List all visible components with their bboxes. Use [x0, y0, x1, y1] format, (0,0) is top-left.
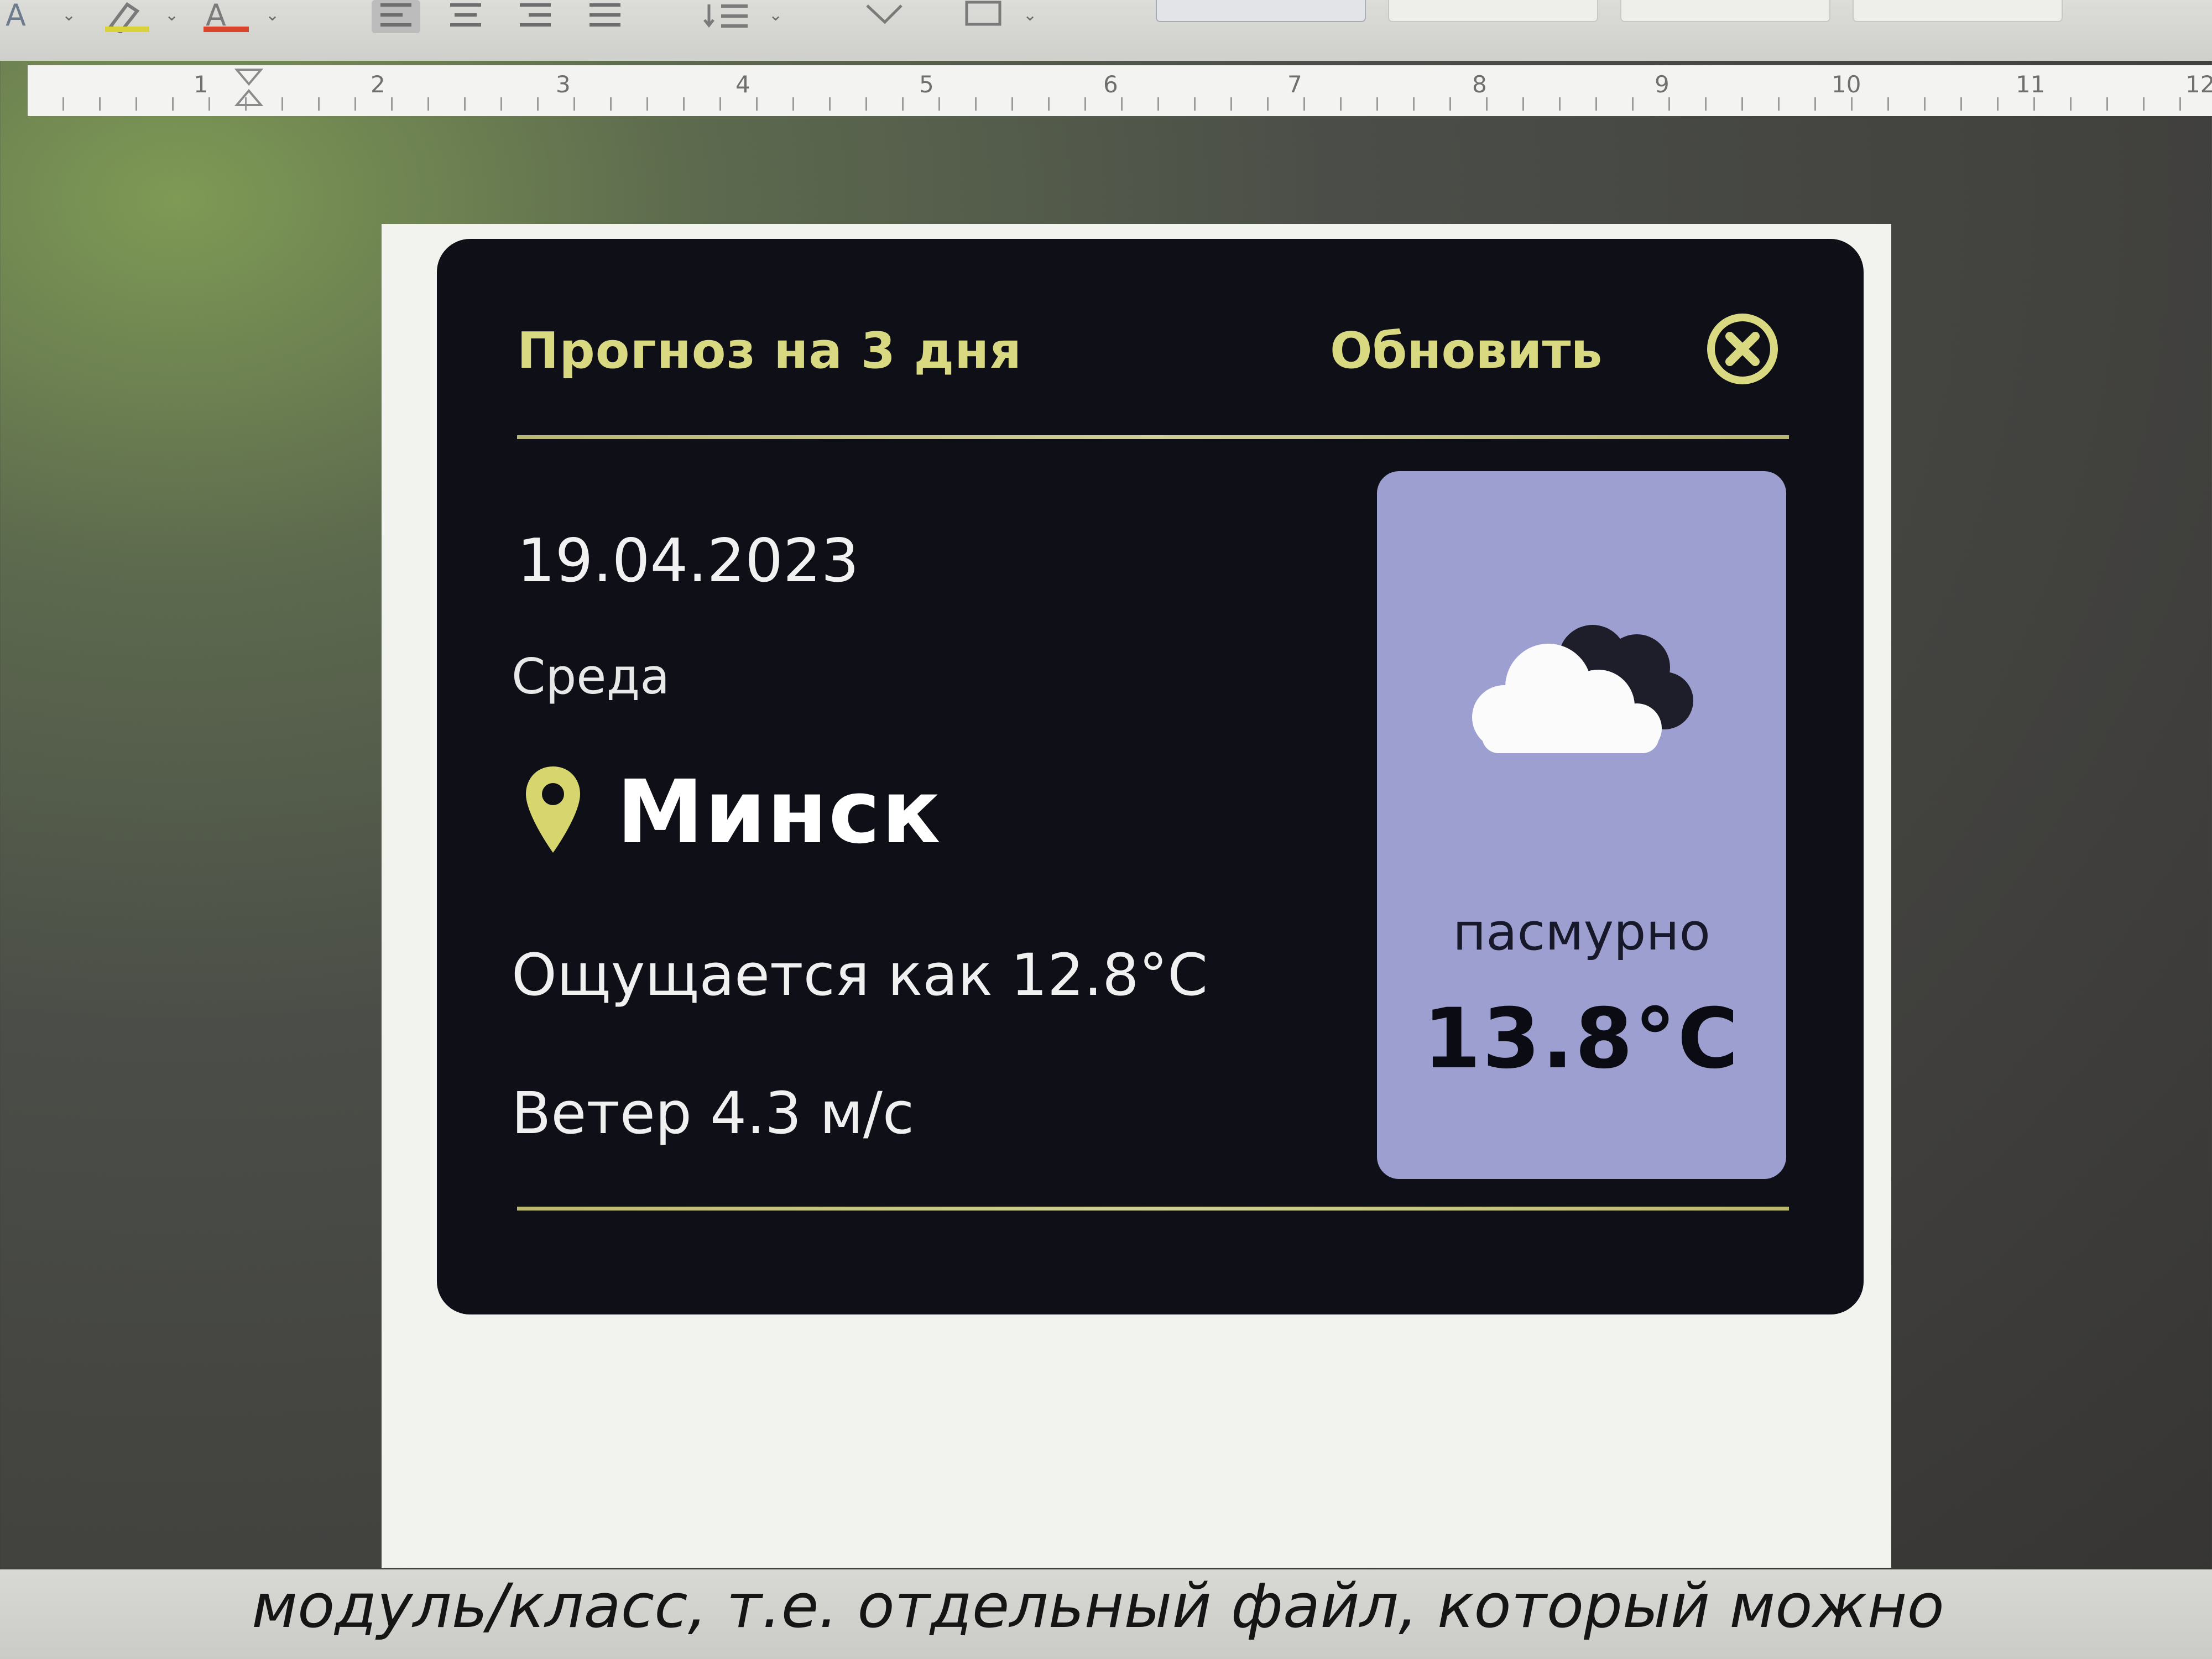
map-pin-icon	[523, 764, 583, 855]
chevron-down-icon[interactable]: ⌄	[165, 6, 179, 25]
feels-like-temperature: Ощущается как 12.8°С	[512, 941, 1208, 1009]
borders-icon[interactable]	[962, 0, 1006, 28]
ruler-number: 9	[1655, 71, 1670, 98]
paragraph-alignment-group	[372, 0, 629, 33]
ruler-number: 11	[2016, 71, 2046, 98]
style-heading-2[interactable]	[1853, 0, 2063, 22]
style-normal[interactable]	[1156, 0, 1366, 22]
ruler-number: 1	[194, 71, 208, 98]
current-temperature: 13.8°С	[1423, 991, 1740, 1087]
ruler-number: 10	[1832, 71, 1861, 98]
header-divider	[517, 435, 1789, 439]
align-center-button[interactable]	[441, 0, 490, 33]
weather-condition: пасмурно	[1453, 902, 1710, 962]
weather-condition-card: пасмурно 13.8°С	[1377, 471, 1786, 1179]
wind-speed: Ветер 4.3 м/с	[512, 1079, 915, 1147]
line-spacing-icon[interactable]	[702, 0, 752, 31]
styles-gallery	[1156, 0, 2212, 24]
style-heading-1[interactable]	[1620, 0, 1830, 22]
chevron-down-icon[interactable]: ⌄	[1023, 6, 1037, 25]
forecast-date: 19.04.2023	[517, 526, 859, 596]
indent-marker-icon[interactable]	[232, 65, 265, 109]
refresh-button[interactable]: Обновить	[1330, 322, 1602, 380]
ruler-number: 4	[735, 71, 750, 98]
footer-divider	[517, 1207, 1789, 1211]
shading-icon[interactable]	[863, 0, 907, 28]
ruler-number: 12	[2185, 71, 2212, 98]
text-color-swatch	[204, 27, 249, 32]
align-left-button[interactable]	[372, 0, 420, 33]
chevron-down-icon[interactable]: ⌄	[62, 6, 76, 25]
cloudy-icon	[1460, 609, 1703, 775]
ruler-number: 5	[919, 71, 934, 98]
weather-widget: Прогноз на 3 дня Обновить 19.04.2023 Сре…	[437, 239, 1864, 1314]
ruler-number: 3	[556, 71, 571, 98]
ruler-number: 6	[1103, 71, 1118, 98]
align-right-button[interactable]	[511, 0, 560, 33]
widget-title: Прогноз на 3 дня	[517, 322, 1022, 380]
style-no-spacing[interactable]	[1388, 0, 1598, 22]
forecast-weekday: Среда	[512, 648, 670, 705]
city-name: Минск	[617, 761, 942, 863]
ruler-number: 7	[1287, 71, 1302, 98]
close-icon[interactable]	[1701, 307, 1784, 390]
chevron-down-icon[interactable]: ⌄	[769, 6, 782, 25]
ruler-number: 2	[371, 71, 385, 98]
chevron-down-icon[interactable]: ⌄	[265, 6, 279, 25]
horizontal-ruler[interactable]: 1 2 3 4 5 6 7 8 9 10 11 12	[28, 65, 2212, 116]
justify-button[interactable]	[581, 0, 629, 33]
word-toolbar: A ⌄ ⌄ A ⌄ ⌄ ⌄	[0, 0, 2212, 61]
document-text-line[interactable]: модуль/класс, т.е. отдельный файл, котор…	[252, 1571, 1944, 1641]
highlight-color-swatch	[105, 27, 149, 32]
ruler-number: 8	[1472, 71, 1487, 98]
font-color-icon[interactable]: A	[6, 0, 26, 31]
